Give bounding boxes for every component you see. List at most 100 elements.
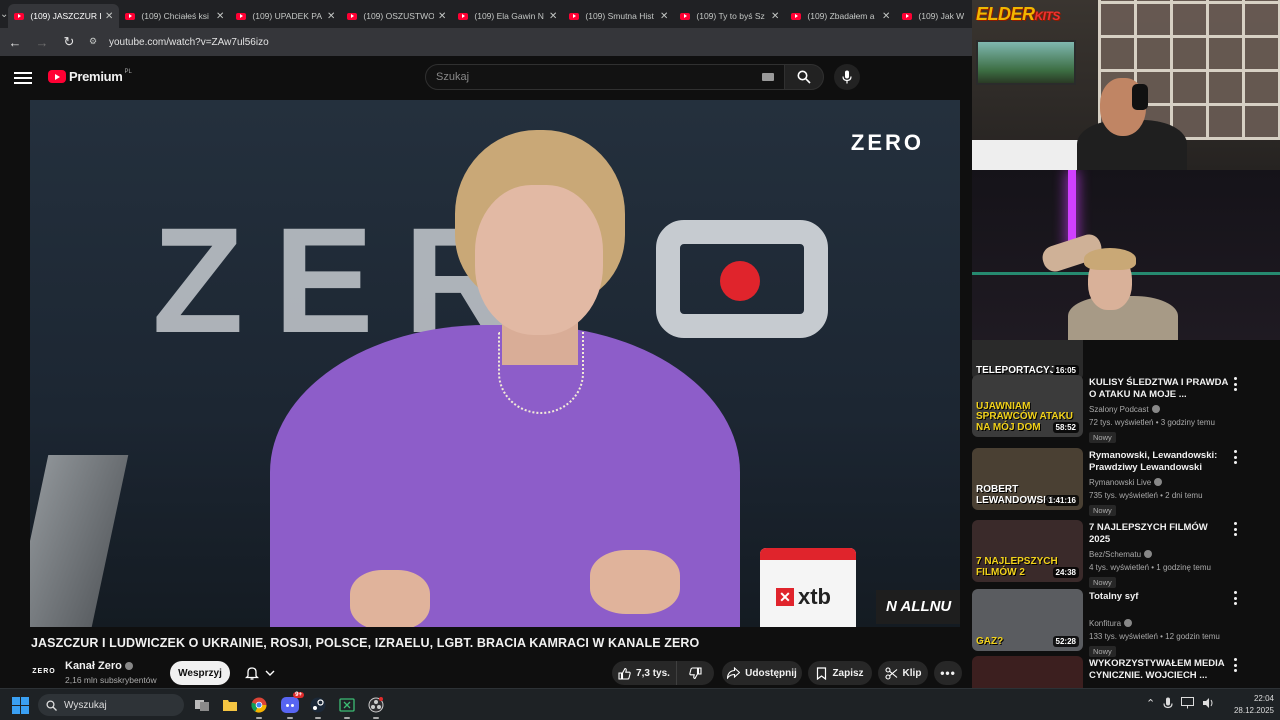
recommended-video[interactable]: 7 NAJLEPSZYCH FILMÓW 2 24:38 7 NAJLEPSZYCH… — [972, 520, 1280, 588]
browser-tab[interactable]: (109) Jak W — [896, 4, 972, 28]
close-tab-icon[interactable]: ✕ — [216, 11, 224, 22]
recommended-video[interactable]: UJAWNIAM SPRAWCÓW ATAKU NA MÓJ DOM 58:52 K… — [972, 375, 1280, 443]
tab-title: (109) Ela Gawin N — [474, 11, 544, 21]
like-button[interactable]: 7,3 tys. — [612, 661, 676, 685]
browser-tab[interactable]: (109) Zbadałem a ✕ — [785, 4, 896, 28]
close-tab-icon[interactable]: ✕ — [660, 11, 668, 22]
discord-notification-badge: 9+ — [293, 692, 304, 698]
video-meta: 133 tys. wyświetleń • 12 godzin temu — [1089, 632, 1220, 641]
more-vertical-icon[interactable] — [1230, 522, 1240, 536]
xbox-terminal-icon[interactable] — [337, 695, 357, 719]
back-arrow-icon[interactable]: ← — [3, 30, 27, 54]
close-tab-icon[interactable]: ✕ — [438, 11, 446, 22]
logo-region: PL — [124, 68, 132, 75]
task-view-icon[interactable] — [192, 695, 212, 715]
scissors-icon — [884, 666, 897, 680]
more-vertical-icon[interactable] — [1230, 658, 1240, 672]
browser-tab[interactable]: (109) OSZUSTWO ✕ — [341, 4, 452, 28]
video-thumbnail[interactable]: CEJROWSKI JAKIEGO — [972, 656, 1083, 688]
browser-tab[interactable]: (109) Ela Gawin N ✕ — [452, 4, 563, 28]
microphone-icon — [842, 70, 852, 84]
discord-icon[interactable]: 9+ — [280, 692, 304, 719]
presenter-necklace — [498, 332, 584, 414]
voice-search-button[interactable] — [834, 64, 860, 90]
clock[interactable]: 22:04 28.12.2025 — [1222, 693, 1274, 717]
presenter-left-hand — [350, 570, 430, 627]
video-title: KULISY ŚLEDZTWA I PRAWDA O ATAKU NA MOJE… — [1089, 377, 1228, 401]
keyboard-icon[interactable] — [762, 73, 774, 81]
like-count: 7,3 tys. — [636, 667, 670, 679]
new-badge: Nowy — [1089, 505, 1116, 516]
video-thumbnail[interactable]: 7 NAJLEPSZYCH FILMÓW 2 24:38 — [972, 520, 1083, 582]
video-thumbnail[interactable]: UJAWNIAM SPRAWCÓW ATAKU NA MÓJ DOM 58:52 — [972, 375, 1083, 437]
browser-tab[interactable]: (109) UPADEK PA ✕ — [230, 4, 341, 28]
bookmark-icon — [817, 666, 827, 680]
address-bar[interactable]: ⚙ youtube.com/watch?v=ZAw7ul56izo — [89, 31, 972, 53]
tab-search-chevron-icon[interactable]: ⌄ — [0, 0, 8, 28]
more-vertical-icon[interactable] — [1230, 450, 1240, 464]
volume-icon[interactable] — [1202, 697, 1215, 709]
support-button[interactable]: Wesprzyj — [170, 661, 230, 685]
hamburger-menu-icon[interactable] — [14, 69, 32, 85]
search-button[interactable] — [784, 64, 824, 90]
microphone-icon[interactable] — [1163, 697, 1173, 711]
close-tab-icon[interactable]: ✕ — [771, 11, 779, 22]
channel-name[interactable]: Kanał Zero — [65, 660, 133, 672]
video-thumbnail[interactable]: TELEPORTACYJ 16:05 — [972, 340, 1083, 380]
steam-icon[interactable] — [308, 695, 328, 719]
video-thumbnail[interactable]: ROBERT LEWANDOWSKI 1:41:16 — [972, 448, 1083, 510]
watermark-text: ZERO — [850, 130, 924, 155]
video-channel[interactable]: Rymanowski Live — [1089, 478, 1163, 487]
laptop-prop — [30, 455, 129, 627]
browser-tab[interactable]: (109) JASZCZUR I ✕ — [8, 4, 120, 28]
monitor-icon[interactable] — [1181, 697, 1195, 709]
more-vertical-icon[interactable] — [1230, 591, 1240, 605]
clock-date: 28.12.2025 — [1233, 706, 1274, 715]
recommended-video[interactable]: GAZ? 52:28 Totalny syf Konfitura 133 tys. wy… — [972, 589, 1280, 657]
tab-title: (109) Chciałeś ksi — [141, 11, 209, 21]
youtube-favicon-icon — [236, 12, 247, 20]
more-actions-button[interactable]: ••• — [934, 661, 962, 685]
chevron-up-icon[interactable]: ⌃ — [1146, 697, 1155, 711]
save-button[interactable]: Zapisz — [808, 661, 872, 685]
taskbar-search[interactable]: Wyszukaj — [38, 694, 184, 716]
browser-tab[interactable]: (109) Smutna Hist ✕ — [563, 4, 674, 28]
youtube-premium-logo[interactable]: Premium PL — [48, 69, 132, 84]
windows-start-icon[interactable] — [12, 697, 29, 714]
chrome-icon[interactable] — [249, 695, 269, 719]
close-tab-icon[interactable]: ✕ — [105, 11, 113, 22]
video-title: JASZCZUR I LUDWICZEK O UKRAINIE, ROSJI, … — [31, 636, 700, 650]
share-button[interactable]: Udostępnij — [722, 661, 802, 685]
video-channel[interactable]: Szalony Podcast — [1089, 405, 1160, 414]
video-duration: 24:38 — [1052, 567, 1079, 578]
clip-button[interactable]: Klip — [878, 661, 928, 685]
video-channel[interactable]: Konfitura — [1089, 619, 1133, 628]
search-input[interactable]: Szukaj — [425, 64, 785, 90]
browser-tab[interactable]: (109) Ty to byś Sz ✕ — [674, 4, 785, 28]
person-hair — [1084, 248, 1136, 270]
verified-icon — [1154, 478, 1163, 486]
recommended-video[interactable]: ROBERT LEWANDOWSKI 1:41:16 Rymanowski, Lew… — [972, 448, 1280, 516]
second-webcam — [972, 170, 1280, 340]
chevron-down-icon — [265, 670, 275, 676]
file-explorer-icon[interactable] — [220, 695, 240, 715]
close-tab-icon[interactable]: ✕ — [549, 11, 557, 22]
url-text: youtube.com/watch?v=ZAw7ul56izo — [109, 36, 269, 48]
close-tab-icon[interactable]: ✕ — [327, 11, 335, 22]
recommended-video[interactable]: CEJROWSKI JAKIEGOWYKORZYSTYWAŁEM MEDIA C… — [972, 656, 1280, 688]
more-vertical-icon[interactable] — [1230, 377, 1240, 391]
browser-tab[interactable]: (109) Chciałeś ksi ✕ — [119, 4, 230, 28]
site-info-icon[interactable]: ⚙ — [89, 36, 103, 48]
video-thumbnail[interactable]: GAZ? 52:28 — [972, 589, 1083, 651]
forward-arrow-icon[interactable]: → — [30, 30, 54, 54]
obs-icon[interactable] — [366, 695, 386, 719]
browser-tab-strip: ⌄ (109) JASZCZUR I ✕ (109) Chciałeś ksi ✕ (1… — [0, 0, 972, 28]
dislike-button[interactable] — [676, 661, 714, 685]
channel-avatar[interactable]: ZERO — [30, 663, 58, 679]
video-channel[interactable]: Bez/Schematu — [1089, 550, 1153, 559]
close-tab-icon[interactable]: ✕ — [882, 11, 890, 22]
reload-icon[interactable]: ↻ — [57, 30, 81, 54]
video-player[interactable]: ZER ZERO ✕ xtb N ALLNU — [30, 100, 960, 627]
presenter-right-hand — [590, 550, 680, 614]
notification-bell-button[interactable] — [236, 661, 284, 685]
